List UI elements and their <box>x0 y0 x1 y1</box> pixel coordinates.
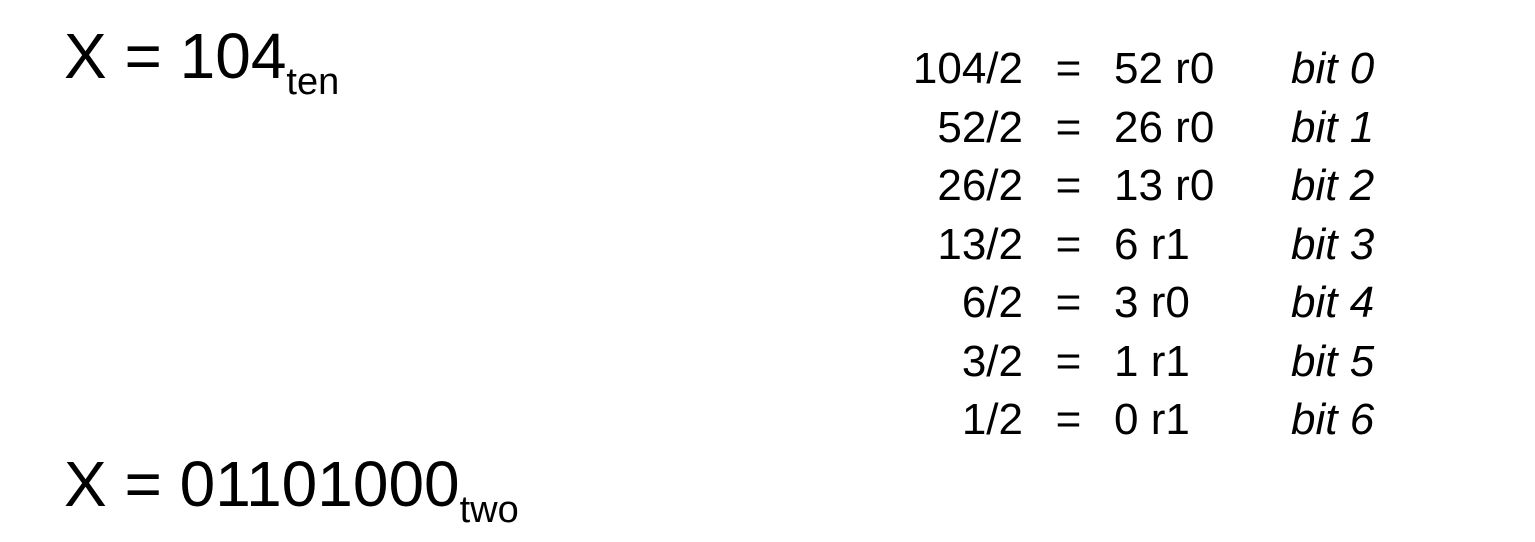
division-row: 1/2 = 0 r1 bit 6 <box>870 391 1421 450</box>
equals-sign: = <box>1055 336 1082 386</box>
division-expression: 6/2 <box>961 278 1023 328</box>
division-expression: 1/2 <box>961 395 1023 445</box>
quotient-remainder: 3 r0 <box>1114 278 1190 328</box>
quotient-remainder: 0 r1 <box>1114 395 1190 445</box>
equals-sign: = <box>1055 44 1082 94</box>
bit-label: bit 3 <box>1291 219 1375 269</box>
equals-sign: = <box>1055 161 1082 211</box>
quotient-remainder: 13 r0 <box>1114 161 1215 211</box>
equals-sign: = <box>1055 395 1082 445</box>
division-expression: 104/2 <box>912 44 1023 94</box>
bit-label: bit 2 <box>1291 161 1375 211</box>
quotient-remainder: 52 r0 <box>1114 44 1215 94</box>
binary-base-subscript: two <box>459 489 519 531</box>
bit-label: bit 4 <box>1291 278 1375 328</box>
bit-label: bit 6 <box>1291 395 1375 445</box>
division-row: 13/2 = 6 r1 bit 3 <box>870 216 1421 275</box>
quotient-remainder: 6 r1 <box>1114 219 1190 269</box>
division-row: 52/2 = 26 r0 bit 1 <box>870 99 1421 158</box>
bit-label: bit 1 <box>1291 102 1375 152</box>
quotient-remainder: 1 r1 <box>1114 336 1190 386</box>
division-row: 26/2 = 13 r0 bit 2 <box>870 157 1421 216</box>
division-row: 6/2 = 3 r0 bit 4 <box>870 274 1421 333</box>
equals-sign: = <box>1055 278 1082 328</box>
division-row: 104/2 = 52 r0 bit 0 <box>870 40 1421 99</box>
decimal-equation: X = 104ten <box>64 24 339 101</box>
equals-sign: = <box>1055 102 1082 152</box>
division-expression: 13/2 <box>937 219 1023 269</box>
division-steps-table: 104/2 = 52 r0 bit 0 52/2 = 26 r0 bit 1 2… <box>870 40 1421 450</box>
division-row: 3/2 = 1 r1 bit 5 <box>870 333 1421 392</box>
quotient-remainder: 26 r0 <box>1114 102 1215 152</box>
decimal-equation-main: X = 104 <box>64 20 287 92</box>
decimal-base-subscript: ten <box>286 61 340 103</box>
division-expression: 3/2 <box>961 336 1023 386</box>
binary-equation-main: X = 01101000 <box>64 448 460 520</box>
bit-label: bit 5 <box>1291 336 1375 386</box>
division-expression: 26/2 <box>937 161 1023 211</box>
division-expression: 52/2 <box>937 102 1023 152</box>
binary-equation: X = 01101000two <box>64 452 519 529</box>
bit-label: bit 0 <box>1291 44 1375 94</box>
equals-sign: = <box>1055 219 1082 269</box>
